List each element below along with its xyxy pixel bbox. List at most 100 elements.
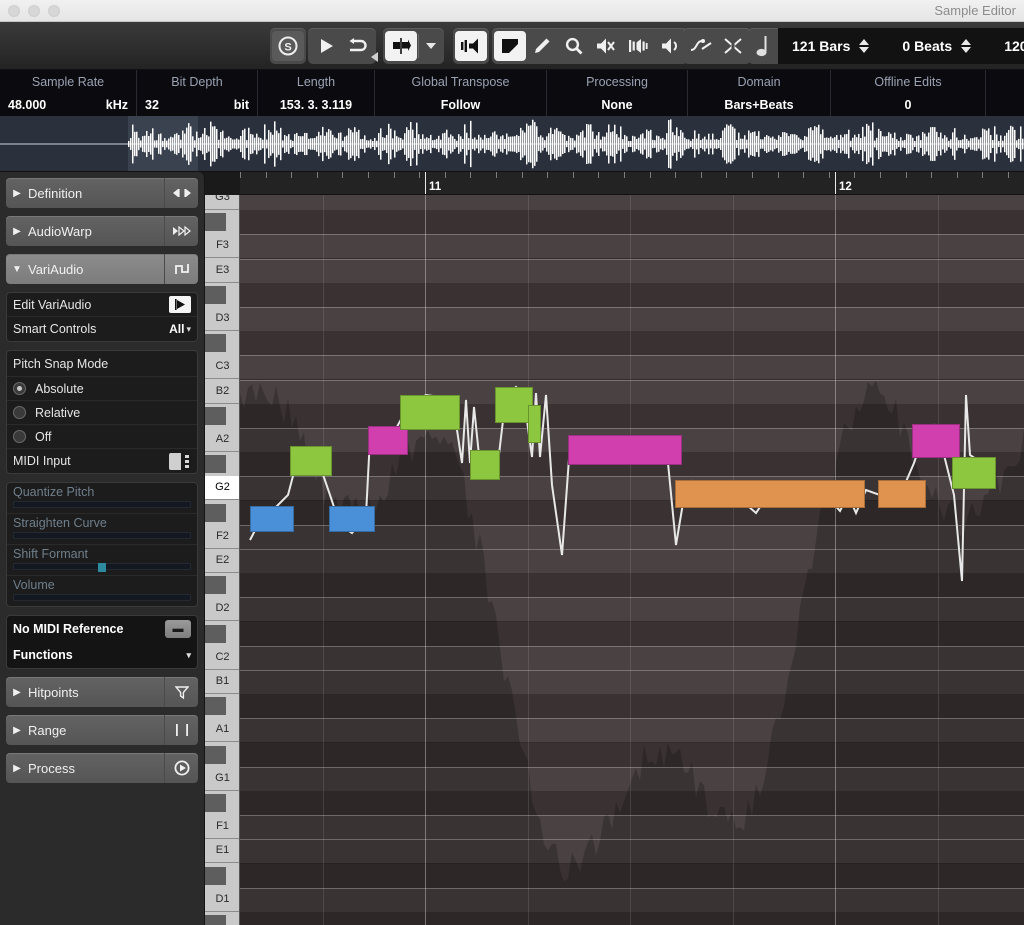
piano-key-black[interactable]	[205, 455, 226, 473]
range-bars-icon[interactable]	[164, 715, 198, 745]
crossfade-button[interactable]	[717, 31, 749, 61]
pitch-segment[interactable]	[290, 446, 332, 476]
piano-key-b2[interactable]: B2	[205, 380, 240, 404]
piano-key-a1[interactable]: A1	[205, 718, 240, 742]
midi-reference-button[interactable]: ▬	[165, 620, 191, 638]
bit-depth-field[interactable]: Bit Depth 32 bit	[137, 70, 258, 116]
piano-key-black[interactable]	[205, 794, 226, 812]
piano-key-c2[interactable]: C2	[205, 646, 240, 670]
quantize-pitch-slider[interactable]: Quantize Pitch	[7, 483, 197, 514]
mute-tool[interactable]	[590, 31, 622, 61]
transport-flyout[interactable]	[370, 50, 379, 68]
timewarp-tool[interactable]	[622, 31, 654, 61]
piano-key-e1[interactable]: E1	[205, 839, 240, 863]
smart-controls-row[interactable]: Smart Controls All ▾	[7, 317, 197, 341]
definition-grid-icon[interactable]	[164, 178, 198, 208]
piano-key-black[interactable]	[205, 213, 226, 231]
straighten-curve-track[interactable]	[13, 532, 191, 539]
pitch-segment[interactable]	[912, 424, 960, 458]
beats-stepper[interactable]	[961, 39, 971, 53]
length-field[interactable]: Length 153. 3. 3.119	[258, 70, 375, 116]
sidebar-item-definition[interactable]: ▶ Definition	[6, 178, 198, 208]
midi-reference-row[interactable]: No MIDI Reference ▬	[7, 616, 197, 642]
filter-funnel-icon[interactable]	[164, 677, 198, 707]
audiowarp-icon[interactable]	[164, 216, 198, 246]
global-transpose-value[interactable]: Follow	[375, 98, 546, 112]
piano-key-b1[interactable]: B1	[205, 670, 240, 694]
variaudio-icon[interactable]	[164, 254, 198, 284]
piano-key-g1[interactable]: G1	[205, 767, 240, 791]
pitch-segment[interactable]	[329, 506, 375, 532]
domain-value[interactable]: Bars+Beats	[688, 98, 830, 112]
piano-keyboard[interactable]: G3F3E3D3C3B2A2G2F2E2D2C2B1A1G1F1E1D1C1B0…	[205, 195, 240, 925]
piano-key-a2[interactable]: A2	[205, 428, 240, 452]
shift-formant-track[interactable]	[13, 563, 191, 570]
snap-warp-button[interactable]	[385, 31, 417, 61]
processing-value[interactable]: None	[547, 98, 687, 112]
edit-variaudio-row[interactable]: Edit VariAudio	[7, 293, 197, 317]
piano-key-black[interactable]	[205, 625, 226, 643]
bars-value[interactable]: 121 Bars	[792, 38, 850, 54]
sample-rate-value[interactable]: 48.000	[8, 98, 46, 112]
pitch-segment[interactable]	[368, 426, 408, 455]
beats-value[interactable]: 0 Beats	[902, 38, 952, 54]
piano-key-d2[interactable]: D2	[205, 597, 240, 621]
pitch-segment[interactable]	[528, 405, 541, 443]
shift-formant-handle[interactable]	[98, 563, 106, 572]
bit-depth-value[interactable]: 32	[145, 98, 159, 112]
piano-key-black[interactable]	[205, 746, 226, 764]
chevron-down-icon[interactable]: ▾	[186, 324, 191, 335]
sidebar-item-audiowarp[interactable]: ▶ AudioWarp	[6, 216, 198, 246]
volume-track[interactable]	[13, 594, 191, 601]
pitch-segment[interactable]	[675, 480, 865, 508]
piano-key-f2[interactable]: F2	[205, 525, 240, 549]
snap-point-button[interactable]	[685, 31, 717, 61]
piano-key-black[interactable]	[205, 576, 226, 594]
radio-icon[interactable]	[13, 430, 26, 443]
straighten-curve-slider[interactable]: Straighten Curve	[7, 514, 197, 545]
domain-field[interactable]: Domain Bars+Beats	[688, 70, 831, 116]
radio-icon[interactable]	[13, 406, 26, 419]
radio-icon[interactable]	[13, 382, 26, 395]
scrub-tool[interactable]	[654, 31, 686, 61]
pitch-segment[interactable]	[878, 480, 926, 508]
sidebar-item-hitpoints[interactable]: ▶ Hitpoints	[6, 677, 198, 707]
pitch-segment[interactable]	[250, 506, 294, 532]
offline-edits-value[interactable]: 0	[831, 98, 985, 112]
piano-key-black[interactable]	[205, 915, 226, 925]
close-icon[interactable]	[8, 5, 20, 17]
piano-key-d1[interactable]: D1	[205, 888, 240, 912]
zoom-icon[interactable]	[48, 5, 60, 17]
timeline-ruler[interactable]: 1112	[240, 172, 1024, 195]
global-transpose-field[interactable]: Global Transpose Follow	[375, 70, 547, 116]
bars-stepper[interactable]	[859, 39, 869, 53]
range-tool[interactable]	[494, 31, 526, 61]
pitch-snap-option-absolute[interactable]: Absolute	[7, 377, 197, 401]
tempo-value[interactable]: 120	[1004, 38, 1024, 54]
process-play-icon[interactable]	[164, 753, 198, 783]
pitch-segment[interactable]	[568, 435, 682, 465]
piano-key-c3[interactable]: C3	[205, 355, 240, 379]
piano-key-black[interactable]	[205, 407, 226, 425]
pitch-editor-canvas[interactable]	[240, 195, 1024, 925]
length-value[interactable]: 153. 3. 3.119	[258, 98, 374, 112]
chevron-down-icon[interactable]: ▾	[186, 650, 191, 661]
piano-key-f3[interactable]: F3	[205, 234, 240, 258]
solo-button[interactable]: S	[272, 31, 304, 61]
smart-controls-value[interactable]: All	[169, 322, 184, 336]
piano-key-g2[interactable]: G2	[205, 476, 240, 500]
functions-row[interactable]: Functions ▾	[7, 642, 197, 668]
tempo-field-group[interactable]: 121 Bars 0 Beats 120	[748, 28, 1024, 64]
volume-slider[interactable]: Volume	[7, 576, 197, 606]
arrow-play-icon[interactable]	[169, 296, 191, 313]
play-button[interactable]	[310, 31, 342, 61]
piano-key-e2[interactable]: E2	[205, 549, 240, 573]
draw-tool[interactable]	[526, 31, 558, 61]
snap-dropdown[interactable]	[420, 31, 442, 61]
transport-position[interactable]: 121 Bars 0 Beats 120	[778, 28, 1024, 64]
sidebar-item-range[interactable]: ▶ Range	[6, 715, 198, 745]
shift-formant-slider[interactable]: Shift Formant	[7, 545, 197, 576]
pitch-segment[interactable]	[952, 457, 996, 489]
quarter-note-icon[interactable]	[748, 28, 778, 64]
processing-field[interactable]: Processing None	[547, 70, 688, 116]
